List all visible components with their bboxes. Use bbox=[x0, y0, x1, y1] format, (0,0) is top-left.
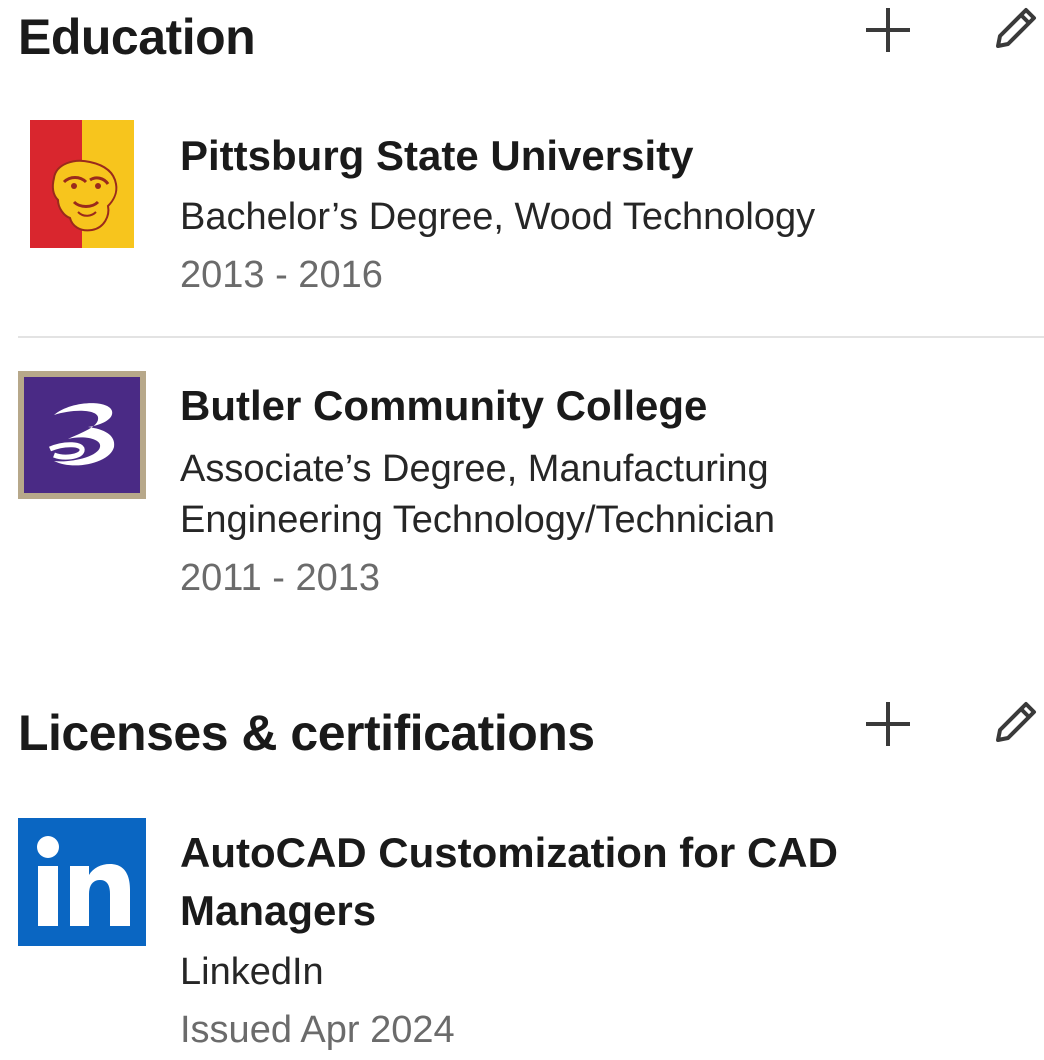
degree-text: Bachelor’s Degree, Wood Technology bbox=[180, 196, 816, 238]
divider bbox=[18, 336, 1044, 338]
school-name[interactable]: Pittsburg State University bbox=[180, 127, 693, 185]
degree-text-line2: Engineering Technology/Technician bbox=[180, 499, 776, 541]
linkedin-issuer-logo[interactable] bbox=[18, 818, 146, 946]
school-name[interactable]: Butler Community College bbox=[180, 377, 707, 435]
pencil-icon bbox=[996, 8, 1036, 48]
certification-name-line1[interactable]: AutoCAD Customization for CAD bbox=[180, 824, 838, 882]
issuer-text: LinkedIn bbox=[180, 951, 324, 993]
years-text: 2011 - 2013 bbox=[180, 557, 381, 599]
pencil-icon bbox=[996, 702, 1036, 742]
certification-name-line2[interactable]: Managers bbox=[180, 882, 376, 940]
plus-icon bbox=[866, 702, 910, 746]
education-section-title: Education bbox=[18, 9, 256, 65]
licenses-section-title: Licenses & certifications bbox=[18, 705, 595, 761]
butler-swoosh-logo bbox=[24, 377, 140, 493]
add-license-button[interactable] bbox=[858, 694, 918, 754]
linkedin-logo bbox=[18, 818, 146, 946]
pittsburg-state-logo[interactable] bbox=[30, 120, 134, 248]
degree-text-line1: Associate’s Degree, Manufacturing bbox=[180, 448, 769, 490]
edit-licenses-button[interactable] bbox=[984, 694, 1044, 754]
years-text: 2013 - 2016 bbox=[180, 254, 383, 296]
add-education-button[interactable] bbox=[858, 0, 918, 60]
issued-date-text: Issued Apr 2024 bbox=[180, 1009, 455, 1051]
butler-college-logo[interactable] bbox=[18, 371, 146, 499]
plus-icon bbox=[866, 8, 910, 52]
edit-education-button[interactable] bbox=[984, 0, 1044, 60]
gorilla-logo bbox=[30, 120, 134, 248]
